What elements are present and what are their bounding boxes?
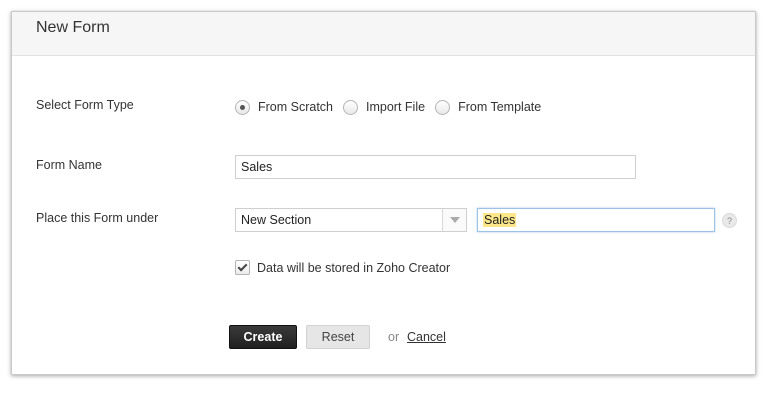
new-form-dialog: New Form Select Form Type From Scratch I…: [11, 11, 756, 375]
placement-label: Place this Form under: [36, 211, 159, 225]
chevron-down-icon[interactable]: [442, 209, 466, 231]
radio-button[interactable]: [343, 99, 359, 115]
radio-from-scratch[interactable]: From Scratch: [235, 99, 334, 115]
section-name-input[interactable]: Sales: [477, 208, 715, 232]
help-icon[interactable]: ?: [722, 213, 737, 228]
section-select[interactable]: New Section: [235, 208, 467, 232]
radio-label-import-file: Import File: [366, 100, 426, 114]
cancel-link[interactable]: Cancel: [407, 330, 446, 344]
section-select-value: New Section: [241, 213, 312, 227]
storage-checkbox[interactable]: [235, 260, 250, 275]
storage-checkbox-row: Data will be stored in Zoho Creator: [235, 260, 450, 275]
create-button[interactable]: Create: [229, 325, 297, 349]
dialog-header: New Form: [12, 12, 755, 56]
radio-button[interactable]: [435, 99, 451, 115]
storage-checkbox-label: Data will be stored in Zoho Creator: [257, 260, 451, 275]
radio-button-selected[interactable]: [235, 99, 250, 115]
dialog-title: New Form: [36, 19, 110, 36]
form-type-radio-group: From Scratch Import File From Template: [235, 97, 551, 117]
radio-import-file[interactable]: Import File: [343, 99, 426, 115]
radio-from-template[interactable]: From Template: [435, 99, 542, 115]
radio-label-from-template: From Template: [458, 100, 542, 114]
or-text: or: [388, 330, 400, 344]
radio-label-from-scratch: From Scratch: [258, 100, 334, 114]
form-type-label: Select Form Type: [36, 98, 134, 112]
section-name-value: Sales: [483, 213, 517, 227]
form-name-input[interactable]: Sales: [235, 155, 636, 179]
reset-button[interactable]: Reset: [306, 325, 370, 349]
check-icon: [237, 261, 248, 272]
form-name-label: Form Name: [36, 158, 102, 172]
